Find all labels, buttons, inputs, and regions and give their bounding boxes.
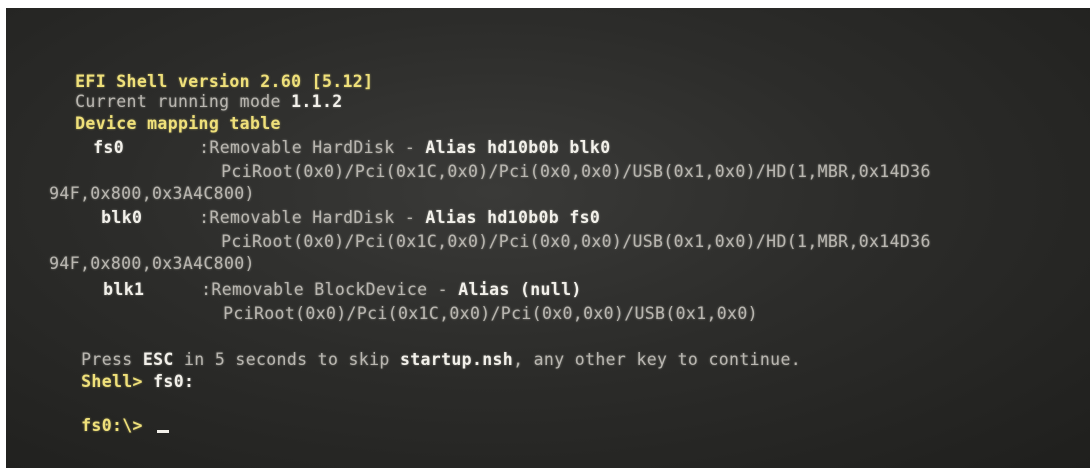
text-cursor[interactable] xyxy=(157,430,170,433)
fs0-prompt: fs0:\> xyxy=(81,416,154,435)
shell-command: fs0: xyxy=(153,372,195,391)
startup-script-name: startup.nsh xyxy=(399,350,514,369)
efi-shell-screen: EFI Shell version 2.60 [5.12] Current ru… xyxy=(6,8,1090,468)
device-path-text: PciRoot(0x0)/Pci(0x1C,0x0)/Pci(0x0,0x0)/… xyxy=(223,304,758,323)
shell-input-line[interactable]: fs0:\> xyxy=(40,396,170,456)
device-path-text: PciRoot(0x0)/Pci(0x1C,0x0)/Pci(0x0,0x0)/… xyxy=(221,232,931,251)
device-path-text: PciRoot(0x0)/Pci(0x1C,0x0)/Pci(0x0,0x0)/… xyxy=(221,162,931,181)
startup-middle: in 5 seconds to skip xyxy=(173,350,400,369)
running-mode-value: 1.1.2 xyxy=(291,92,343,111)
startup-end: , any other key to continue. xyxy=(513,350,802,369)
shell-prompt: Shell> xyxy=(81,372,154,391)
